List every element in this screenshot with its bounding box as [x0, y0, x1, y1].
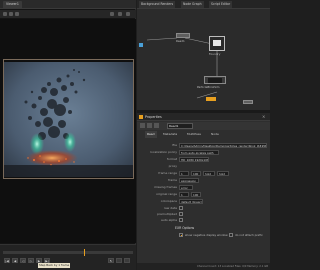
undo-icon[interactable]: [154, 123, 159, 128]
raw-data-checkbox[interactable]: [179, 206, 183, 210]
original-range-label: original range: [156, 192, 177, 196]
format-label: format: [166, 157, 177, 161]
range-icon[interactable]: [124, 258, 130, 263]
properties-panel: Properties × Read1 Read Metadata MultiPa…: [137, 113, 270, 270]
node-name-row: Read1: [137, 122, 270, 130]
node-particle-blink[interactable]: [204, 76, 226, 84]
colorspace-dropdown[interactable]: default (linear): [179, 198, 203, 204]
node-name-field[interactable]: Read1: [167, 123, 193, 129]
loop-icon[interactable]: ↻: [108, 258, 114, 263]
thumbnail-icon: [213, 40, 221, 46]
tab-read[interactable]: Read: [145, 131, 157, 138]
format-dropdown[interactable]: HD_1080 1920x1080: [179, 156, 209, 162]
timeline: |◀ ◀ ◁ ▷ ▶ ▶| ↻ Step Back by 1 frame: [0, 244, 136, 270]
missing-frames-row: missing frames error: [137, 184, 270, 190]
tooltip: Step Back by 1 frame: [38, 263, 71, 268]
negative-window-checkbox[interactable]: [179, 233, 183, 237]
tab-multipass[interactable]: MultiPass: [185, 131, 203, 138]
node-graph-tab-bar: Background Renders Node Graph Script Edi…: [137, 0, 270, 9]
tab-background-renders[interactable]: Background Renders: [139, 1, 176, 8]
frame-row: frame expression: [137, 177, 270, 183]
alpha-icon[interactable]: [15, 12, 19, 16]
roi-icon[interactable]: [118, 12, 122, 16]
before-dropdown[interactable]: hold: [203, 170, 215, 176]
exr-options-row: show negative display window do not atta…: [137, 232, 270, 238]
first-frame-icon[interactable]: |◀: [4, 258, 10, 263]
tab-viewer1[interactable]: Viewer1: [3, 1, 22, 8]
exr-options-heading: EXR Options: [175, 226, 195, 230]
node-viewer1[interactable]: [206, 97, 216, 101]
viewer-tab-bar: Viewer1: [0, 0, 136, 9]
frame-range-end[interactable]: 100: [191, 170, 201, 176]
frame-range-row: frame range 1 100 hold hold: [137, 170, 270, 176]
node-color-icon[interactable]: [140, 123, 145, 128]
frame-range-label: frame range: [158, 171, 177, 175]
fps-field[interactable]: [116, 258, 122, 263]
properties-title: Properties: [145, 115, 162, 119]
properties-tabs: Read Metadata MultiPass Node: [137, 131, 270, 138]
zoom-icon[interactable]: [110, 12, 114, 16]
settings-icon[interactable]: [126, 12, 130, 16]
premultiplied-checkbox[interactable]: [179, 212, 183, 216]
after-dropdown[interactable]: hold: [217, 170, 229, 176]
node-read1-label: Read1: [176, 39, 185, 43]
status-bar: Channel Count: 13 Localized Files: 0/0 M…: [137, 263, 270, 270]
missing-frames-dropdown[interactable]: error: [179, 184, 193, 190]
step-back-icon[interactable]: ◁: [20, 258, 26, 263]
auto-alpha-checkbox[interactable]: [179, 218, 183, 222]
channel-icon[interactable]: [3, 12, 7, 16]
node-write1[interactable]: [243, 100, 253, 104]
frame-label: frame: [168, 178, 177, 182]
tab-node[interactable]: Node: [209, 131, 221, 138]
localization-row: localization policy from auto-localize p…: [137, 149, 270, 155]
thumbnail-icon: [208, 78, 222, 83]
viewer-panel: Viewer1 |◀ ◀ ◁ ▷ ▶ ▶| ↻ Step Back by 1 f…: [0, 0, 136, 270]
layer-icon[interactable]: [9, 12, 13, 16]
frame-range-start[interactable]: 1: [179, 170, 189, 176]
particle-render-image: [4, 62, 133, 177]
original-start-field[interactable]: 1: [179, 191, 189, 197]
play-backward-icon[interactable]: ◀: [12, 258, 18, 263]
format-row: format HD_1080 1920x1080: [137, 156, 270, 162]
timeline-slider[interactable]: [3, 251, 133, 254]
step-forward-icon[interactable]: ▷: [28, 258, 34, 263]
close-icon[interactable]: ×: [262, 114, 267, 119]
node-dot[interactable]: [139, 43, 143, 47]
timeline-playhead[interactable]: [83, 249, 85, 256]
missing-frames-label: missing frames: [154, 185, 177, 189]
file-row: file C:/Users/Admin/Desktop/Demo/particl…: [137, 142, 270, 148]
prefix-checkbox[interactable]: [229, 233, 233, 237]
localization-dropdown[interactable]: from auto-localize path: [179, 149, 219, 155]
prefix-label: do not attach prefix: [235, 233, 263, 237]
colorspace-row: colorspace default (linear): [137, 198, 270, 204]
node-particle-blink-label: ParticleBlinkSim: [197, 85, 220, 89]
node-read1[interactable]: [176, 33, 190, 38]
viewer-toolbar: [0, 10, 136, 18]
properties-header: Properties ×: [137, 113, 270, 121]
original-range-row: original range 1 100: [137, 191, 270, 197]
properties-icon: [139, 115, 143, 119]
frame-mode-dropdown[interactable]: expression: [179, 177, 199, 183]
node-foundry[interactable]: [209, 36, 225, 51]
proxy-label: proxy: [168, 164, 177, 168]
negative-window-label: show negative display window: [185, 233, 228, 237]
node-graph-panel[interactable]: Background Renders Node Graph Script Edi…: [137, 0, 270, 110]
viewer-canvas[interactable]: [0, 19, 136, 243]
file-field[interactable]: C:/Users/Admin/Desktop/Demo/particles_re…: [179, 142, 267, 148]
file-label: file: [172, 143, 177, 147]
proxy-row: proxy: [137, 163, 270, 169]
original-end-field[interactable]: 100: [191, 191, 201, 197]
tab-metadata[interactable]: Metadata: [161, 131, 179, 138]
help-icon[interactable]: [147, 123, 152, 128]
localization-label: localization policy: [150, 150, 177, 154]
tab-node-graph[interactable]: Node Graph: [181, 1, 204, 8]
auto-alpha-label: auto alpha: [160, 218, 177, 222]
node-foundry-label: Foundry: [209, 52, 221, 56]
colorspace-label: colorspace: [160, 199, 177, 203]
tab-script-editor[interactable]: Script Editor: [209, 1, 233, 8]
node-connections: [146, 37, 218, 99]
auto-alpha-row: auto alpha: [137, 217, 270, 223]
